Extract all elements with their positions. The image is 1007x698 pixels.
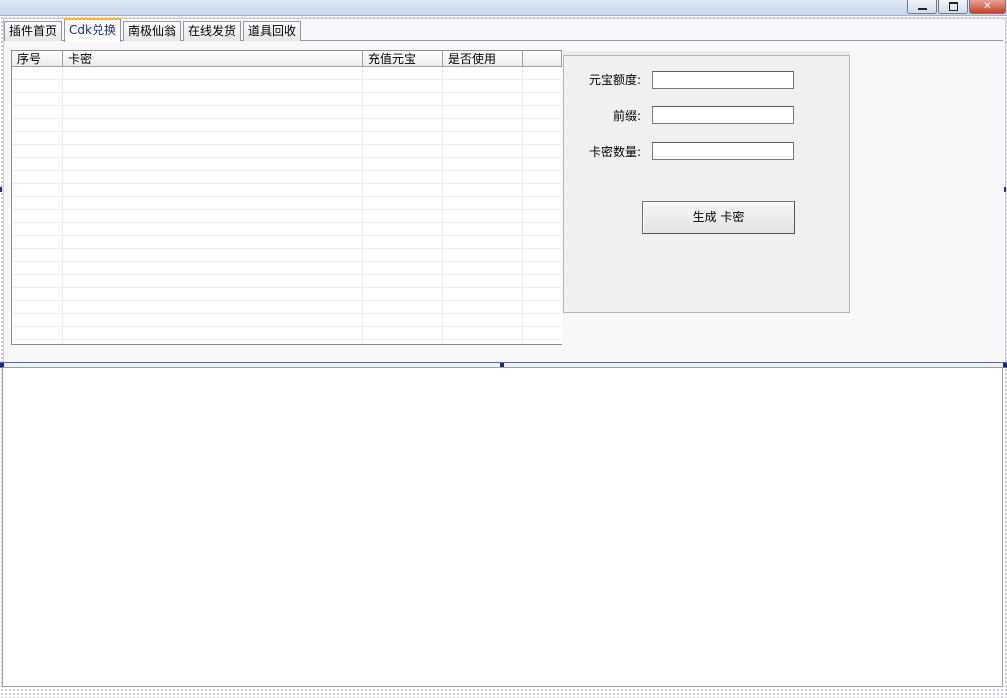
- generate-card-key-button[interactable]: 生成 卡密: [642, 201, 795, 234]
- amount-field[interactable]: [652, 71, 794, 89]
- list-header: 序号 卡密 充值元宝 是否使用: [12, 51, 562, 67]
- column-header-index[interactable]: 序号: [12, 51, 63, 66]
- maximize-icon: [948, 2, 958, 11]
- close-button[interactable]: ✕: [969, 0, 1006, 14]
- prefix-field[interactable]: [652, 106, 794, 124]
- splitter-handle-right[interactable]: [1003, 363, 1007, 367]
- column-header-card-key[interactable]: 卡密: [63, 51, 363, 66]
- column-divider: [62, 67, 63, 344]
- column-header-empty[interactable]: [523, 51, 562, 66]
- count-field[interactable]: [652, 142, 794, 160]
- close-icon: ✕: [983, 0, 992, 12]
- prefix-label: 前缀:: [612, 109, 641, 123]
- column-header-used[interactable]: 是否使用: [443, 51, 523, 66]
- tab-nanji-xianweng[interactable]: 南极仙翁: [122, 21, 181, 41]
- minimize-button[interactable]: [907, 0, 937, 14]
- right-resize-handle[interactable]: [1004, 187, 1006, 192]
- tab-cdk-exchange[interactable]: Cdk兑换: [64, 18, 121, 42]
- tab-online-delivery[interactable]: 在线发货: [182, 21, 241, 41]
- column-divider: [362, 67, 363, 344]
- card-key-list[interactable]: 序号 卡密 充值元宝 是否使用: [11, 50, 562, 345]
- generate-settings-panel: [563, 55, 850, 313]
- log-output-area[interactable]: [2, 367, 1003, 687]
- amount-label: 元宝额度:: [588, 73, 641, 87]
- tab-item-recycle[interactable]: 道具回收: [243, 21, 302, 41]
- list-body[interactable]: [12, 67, 562, 344]
- window-title-bar: [0, 0, 1007, 16]
- minimize-icon: [917, 7, 927, 10]
- column-header-ingot-amount[interactable]: 充值元宝: [363, 51, 443, 66]
- column-divider: [442, 67, 443, 344]
- count-label: 卡密数量:: [588, 145, 641, 159]
- tab-strip: 插件首页 Cdk兑换 南极仙翁 在线发货 道具回收: [4, 18, 303, 42]
- maximize-button[interactable]: [938, 0, 968, 14]
- left-resize-handle[interactable]: [0, 187, 2, 192]
- tab-plugin-home[interactable]: 插件首页: [4, 21, 63, 41]
